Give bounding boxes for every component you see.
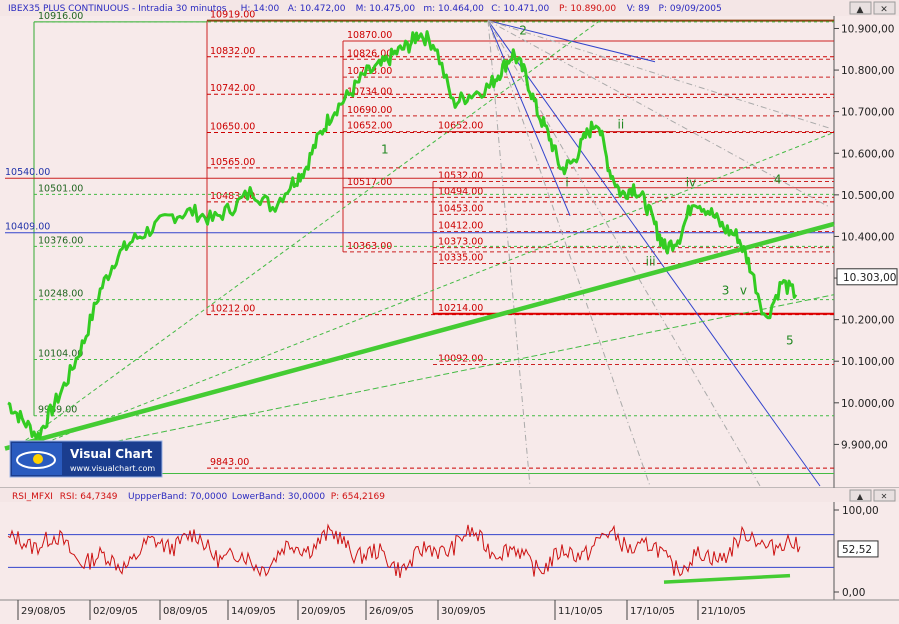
date-tick-label: 29/08/05 — [21, 606, 66, 617]
logo-url: www.visualchart.com — [70, 464, 155, 473]
logo-sun-icon — [33, 454, 43, 464]
green-level-label: 10501.00 — [38, 183, 83, 194]
fib-level-label: 10650.00 — [210, 121, 255, 132]
up-arrow-icon: ▲ — [857, 5, 864, 15]
date-tick-label: 02/09/05 — [93, 606, 138, 617]
wave-label: 1 — [381, 142, 389, 156]
header-field: m: 10.464,00 — [423, 4, 484, 14]
wave-label: 2 — [519, 24, 527, 38]
date-tick-label: 08/09/05 — [163, 606, 208, 617]
header-field: P: 10.890,00 — [559, 4, 616, 14]
green-level-label: 10916.00 — [38, 11, 83, 22]
rsi-last-label: 52,52 — [842, 544, 872, 556]
rsi-tick-label: 0,00 — [842, 587, 865, 599]
up-arrow-icon: ▲ — [857, 492, 864, 501]
blue-level-label: 10409.00 — [5, 222, 50, 233]
close-icon: ✕ — [881, 492, 888, 501]
fib-right-label: 10494.00 — [438, 186, 483, 197]
date-tick-label: 30/09/05 — [441, 606, 486, 617]
date-tick-label: 14/09/05 — [231, 606, 276, 617]
last-price-label: 10.303,00 — [843, 272, 896, 284]
wave-label: ii — [618, 117, 625, 131]
fib-right-label: 10412.00 — [438, 220, 483, 231]
date-axis: 29/08/05 02/09/05 08/09/05 14/09/05 20/09/05… — [17, 600, 746, 620]
close-icon: ✕ — [880, 5, 888, 15]
date-tick-label: 11/10/05 — [558, 606, 603, 617]
rsi-axis-ticks: 100,00 0,00 52,52 — [834, 505, 879, 599]
chart-header: IBEX35 PLUS CONTINUOUS - Intradia 30 min… — [8, 4, 722, 14]
fib-level-label: 10565.00 — [210, 157, 255, 168]
chart-canvas: IBEX35 PLUS CONTINUOUS - Intradia 30 min… — [0, 0, 899, 620]
rsi-header-field: UppperBand: 70,0000 — [128, 492, 227, 502]
header-field: M: 10.475,00 — [356, 4, 416, 14]
wave-label: 5 — [786, 334, 794, 348]
visual-chart-logo: Visual Chart www.visualchart.com — [9, 440, 163, 478]
price-tick-label: 10.800,00 — [841, 65, 894, 77]
fib-level-label: 10919.00 — [210, 10, 255, 21]
green-level-label: 10376.00 — [38, 235, 83, 246]
green-level-label: 10248.00 — [38, 289, 83, 300]
price-tick-label: 10.100,00 — [841, 356, 894, 368]
header-field: V: 89 — [627, 4, 650, 14]
fib-right-label: 10214.00 — [438, 303, 483, 314]
rsi-series — [7, 523, 801, 579]
wave-label: iii — [646, 255, 656, 269]
rsi-header-field: RSI: 64,7349 — [60, 492, 118, 502]
fib-right-label: 10335.00 — [438, 252, 483, 263]
fib-right-label: 10453.00 — [438, 203, 483, 214]
chart-window: IBEX35 PLUS CONTINUOUS - Intradia 30 min… — [0, 0, 899, 620]
wave-label: i — [565, 176, 568, 190]
wave-label: 4 — [774, 173, 782, 187]
fib-level-label: 10212.00 — [210, 304, 255, 315]
date-tick-label: 26/09/05 — [369, 606, 414, 617]
header-field: C: 10.471,00 — [491, 4, 549, 14]
fib-level-label: 10832.00 — [210, 46, 255, 57]
date-tick-label: 21/10/05 — [701, 606, 746, 617]
fib-mid-label: 10652.00 — [347, 121, 392, 132]
date-tick-label: 20/09/05 — [301, 606, 346, 617]
fib-right-label: 10092.00 — [438, 354, 483, 365]
header-field: P: 09/09/2005 — [659, 4, 722, 14]
logo-name: Visual Chart — [70, 447, 153, 461]
rsi-header-field: LowerBand: 30,0000 — [232, 492, 325, 502]
rsi-header-field: P: 654,2169 — [331, 492, 386, 502]
fib-level-label: 9843.00 — [210, 457, 249, 468]
fib-level-label: 10742.00 — [210, 83, 255, 94]
blue-level-label: 10540.00 — [5, 167, 50, 178]
price-axis — [834, 16, 899, 486]
wave-label: 3 — [722, 284, 730, 298]
rsi-divergence-line — [663, 573, 791, 584]
rsi-plot — [7, 523, 834, 584]
date-tick-label: 17/10/05 — [630, 606, 675, 617]
price-tick-label: 10.400,00 — [841, 231, 894, 243]
price-tick-label: 10.700,00 — [841, 107, 894, 119]
price-tick-label: 10.200,00 — [841, 315, 894, 327]
price-tick-label: 10.500,00 — [841, 190, 894, 202]
fib-right-label: 10652.00 — [438, 121, 483, 132]
fib-mid-label: 10870.00 — [347, 30, 392, 41]
price-tick-label: 10.600,00 — [841, 148, 894, 160]
wave-label: iv — [686, 176, 696, 190]
wave-label: v — [740, 284, 747, 298]
fib-mid-label: 10690.00 — [347, 105, 392, 116]
header-field: A: 10.472,00 — [288, 4, 346, 14]
rsi-tick-label: 100,00 — [842, 505, 879, 517]
price-tick-label: 9.900,00 — [841, 439, 888, 451]
fib-right-label: 10532.00 — [438, 171, 483, 182]
price-tick-label: 10.000,00 — [841, 398, 894, 410]
rsi-header-field: RSI_MFXI — [12, 492, 53, 502]
price-tick-label: 10.900,00 — [841, 23, 894, 35]
